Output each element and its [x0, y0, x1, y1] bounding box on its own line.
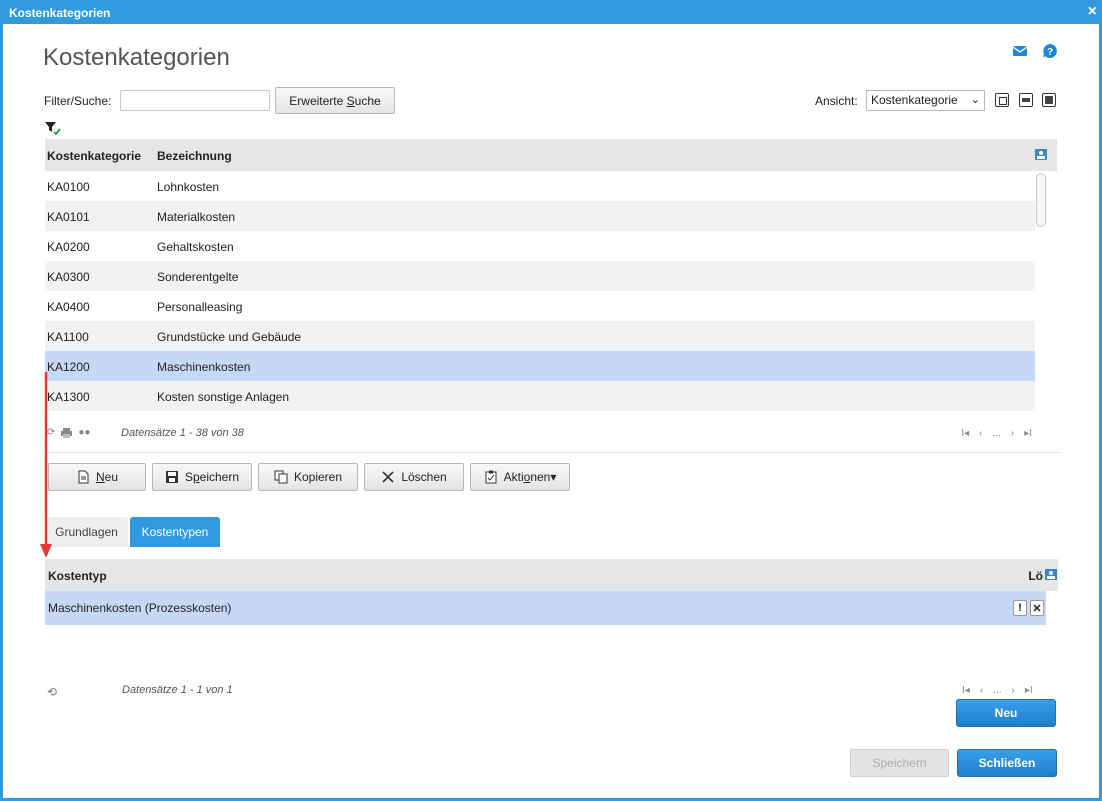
- save-button-disabled[interactable]: Speichern: [850, 749, 949, 777]
- last-page-icon[interactable]: ▸I: [1025, 685, 1033, 696]
- filter-input[interactable]: [120, 90, 270, 111]
- page-ellipsis: ...: [993, 685, 1002, 696]
- view-layout-3-button[interactable]: [1042, 93, 1056, 107]
- prev-page-icon[interactable]: ‹: [980, 685, 983, 696]
- table-footer: ⟳ ●● Datensätze 1 - 38 von 38 I◂ ‹ ... ›…: [45, 420, 1057, 450]
- next-page-icon[interactable]: ›: [1012, 685, 1015, 696]
- divider: [45, 452, 1060, 453]
- table-row[interactable]: KA1100 Grundstücke und Gebäude: [45, 321, 1035, 351]
- table-body: KA0100 Lohnkosten KA0101 Materialkosten KA…: [45, 171, 1035, 411]
- advanced-search-button[interactable]: Erweiterte Suche: [275, 87, 395, 114]
- mail-icon[interactable]: [1012, 43, 1028, 59]
- record-info-2: Datensätze 1 - 1 von 1: [122, 684, 233, 696]
- record-info: Datensätze 1 - 38 von 38: [121, 427, 244, 439]
- delete-button[interactable]: Löschen: [364, 463, 464, 491]
- add-kostentyp-button[interactable]: Neu: [956, 699, 1056, 727]
- table-scrollbar[interactable]: [1035, 171, 1048, 411]
- table-header: Kostenkategorie Bezeichnung: [45, 139, 1057, 171]
- chevron-down-icon: ⌄: [970, 94, 980, 106]
- print-icon[interactable]: [61, 427, 73, 438]
- table-row-selected[interactable]: KA1200 Maschinenkosten: [45, 351, 1035, 381]
- actions-button[interactable]: Aktionen▾: [470, 463, 570, 491]
- export-icon[interactable]: ●●: [78, 427, 90, 438]
- dropdown-caret-icon: ▾: [550, 470, 557, 484]
- view-label: Ansicht:: [815, 94, 858, 108]
- title-bar: Kostenkategorien ×: [3, 0, 1102, 24]
- delete-x-icon: [382, 471, 394, 483]
- save-icon: [165, 471, 178, 483]
- close-button[interactable]: Schließen: [957, 749, 1057, 777]
- first-page-icon[interactable]: I◂: [961, 428, 969, 439]
- first-page-icon[interactable]: I◂: [962, 685, 970, 696]
- close-icon[interactable]: ×: [1088, 3, 1097, 21]
- subtable-header: Kostentyp Lö: [45, 559, 1058, 591]
- svg-text:?: ?: [1047, 47, 1053, 58]
- tab-grundlagen[interactable]: Grundlagen: [45, 517, 128, 547]
- row-warning-button[interactable]: !: [1013, 600, 1027, 616]
- scrollbar-thumb[interactable]: [1036, 173, 1046, 227]
- tab-kostentypen[interactable]: Kostentypen: [130, 517, 220, 547]
- help-icon[interactable]: ?: [1042, 43, 1058, 59]
- table-row[interactable]: KA0300 Sonderentgelte: [45, 261, 1035, 291]
- page-title: Kostenkategorien: [43, 44, 230, 71]
- pager-2: I◂ ‹ ... › ▸I: [962, 685, 1033, 696]
- table-row[interactable]: KA0400 Personalleasing: [45, 291, 1035, 321]
- view-select[interactable]: Kostenkategorie ⌄: [866, 90, 985, 111]
- column-header-kostentyp[interactable]: Kostentyp: [48, 569, 107, 583]
- view-layout-1-button[interactable]: [995, 93, 1009, 107]
- table-row[interactable]: KA0101 Materialkosten: [45, 201, 1035, 231]
- page-ellipsis: ...: [992, 428, 1001, 439]
- prev-page-icon[interactable]: ‹: [979, 428, 982, 439]
- save-button[interactable]: Speichern: [152, 463, 252, 491]
- next-page-icon[interactable]: ›: [1011, 428, 1014, 439]
- view-layout-2-button[interactable]: [1019, 93, 1033, 107]
- column-settings-icon[interactable]: [1035, 149, 1047, 160]
- column-header-loeschen[interactable]: Lö: [1028, 569, 1043, 583]
- copy-button[interactable]: Kopieren: [258, 463, 358, 491]
- column-settings-icon[interactable]: [1045, 569, 1057, 580]
- table-row[interactable]: KA1300 Kosten sonstige Anlagen: [45, 381, 1035, 411]
- annotation-arrow-icon: [40, 372, 52, 558]
- column-header-kostenkategorie[interactable]: Kostenkategorie: [47, 149, 141, 163]
- clipboard-check-icon: [485, 470, 497, 484]
- window-title: Kostenkategorien: [9, 6, 111, 20]
- new-button[interactable]: Neu: [48, 463, 146, 491]
- copy-icon: [274, 470, 288, 484]
- table-row[interactable]: KA0100 Lohnkosten: [45, 171, 1035, 201]
- last-page-icon[interactable]: ▸I: [1024, 428, 1032, 439]
- pager: I◂ ‹ ... › ▸I: [961, 428, 1032, 439]
- filter-active-icon[interactable]: [45, 122, 61, 136]
- row-delete-button[interactable]: ✕: [1030, 600, 1044, 616]
- filter-label: Filter/Suche:: [44, 94, 112, 108]
- subtable-row[interactable]: Maschinenkosten (Prozesskosten) ! ✕: [45, 591, 1046, 625]
- column-header-bezeichnung[interactable]: Bezeichnung: [157, 149, 232, 163]
- document-icon: [78, 470, 89, 484]
- refresh-icon[interactable]: ⟲: [47, 685, 57, 699]
- table-row[interactable]: KA0200 Gehaltskosten: [45, 231, 1035, 261]
